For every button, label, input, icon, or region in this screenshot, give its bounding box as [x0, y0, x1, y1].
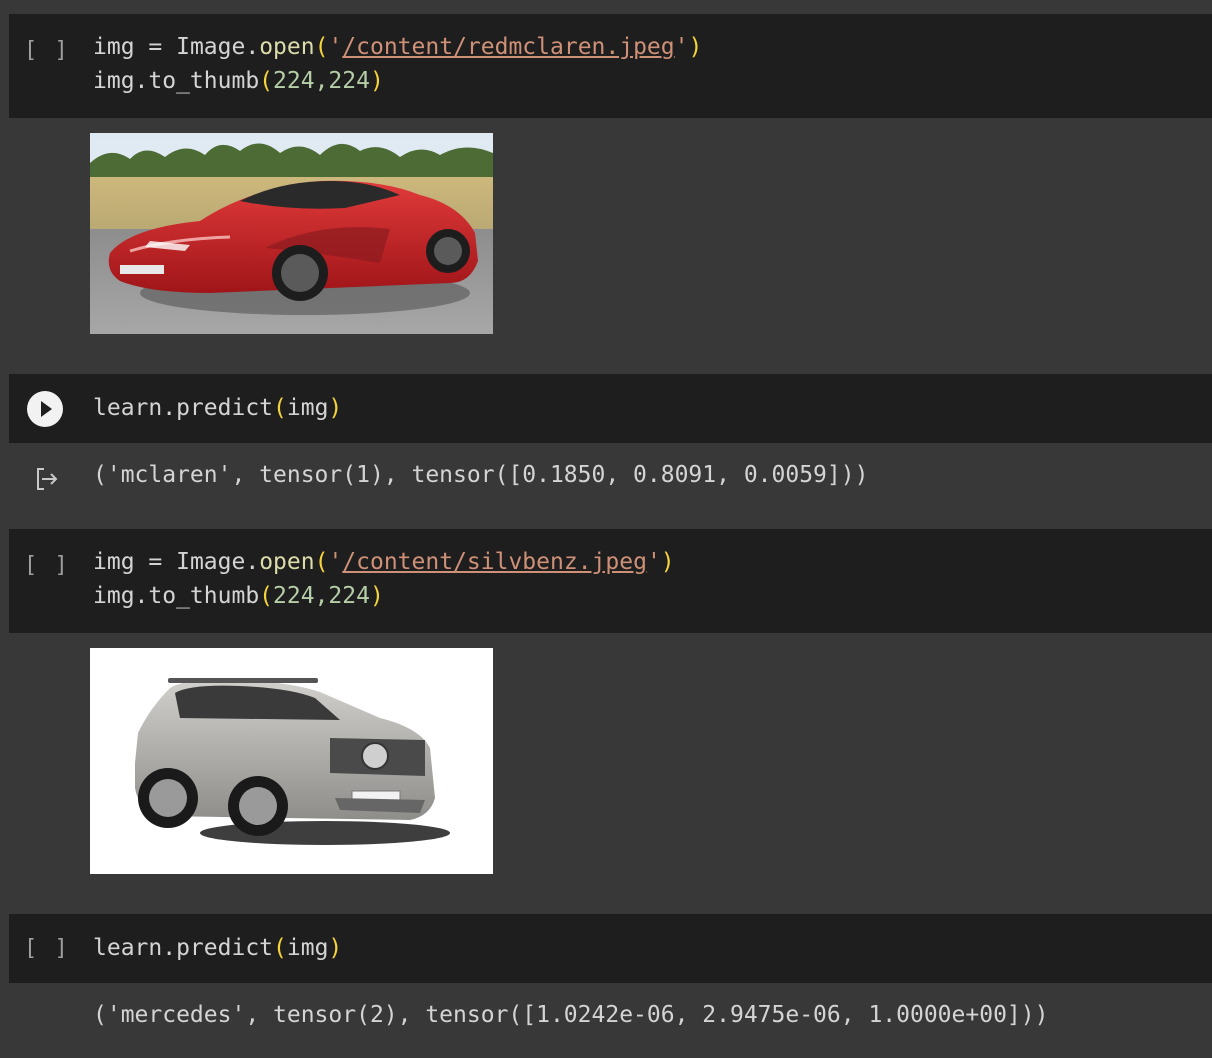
output-image-silver-car [90, 648, 493, 874]
run-cell-bracket[interactable]: [ ] [24, 553, 70, 578]
cell-output-text: ('mclaren', tensor(1), tensor([0.1850, 0… [93, 462, 869, 488]
code-cell-2[interactable]: learn.predict(img) [9, 374, 1212, 443]
run-cell-bracket[interactable]: [ ] [24, 38, 70, 63]
output-image-red-car [90, 133, 493, 334]
code-line: learn.predict(img) [93, 395, 343, 421]
code-cell-1[interactable]: [ ] img = Image.open('/content/redmclare… [9, 14, 1212, 118]
file-path-link[interactable]: /content/redmclaren.jpeg [342, 34, 674, 60]
code-line: img.to_thumb(224,224) [93, 68, 384, 94]
cell-output-text: ('mercedes', tensor(2), tensor([1.0242e-… [93, 1002, 1049, 1028]
run-cell-button[interactable] [27, 391, 63, 427]
code-cell-3[interactable]: [ ] img = Image.open('/content/silvbenz.… [9, 529, 1212, 633]
run-cell-bracket[interactable]: [ ] [24, 936, 70, 961]
code-cell-4[interactable]: [ ] learn.predict(img) [9, 914, 1212, 983]
code-line: learn.predict(img) [93, 935, 343, 961]
file-path-link[interactable]: /content/silvbenz.jpeg [342, 549, 647, 575]
output-arrow-icon[interactable] [34, 465, 62, 497]
code-line: img = Image.open('/content/silvbenz.jpeg… [93, 549, 675, 575]
code-line: img = Image.open('/content/redmclaren.jp… [93, 34, 703, 60]
code-line: img.to_thumb(224,224) [93, 583, 384, 609]
